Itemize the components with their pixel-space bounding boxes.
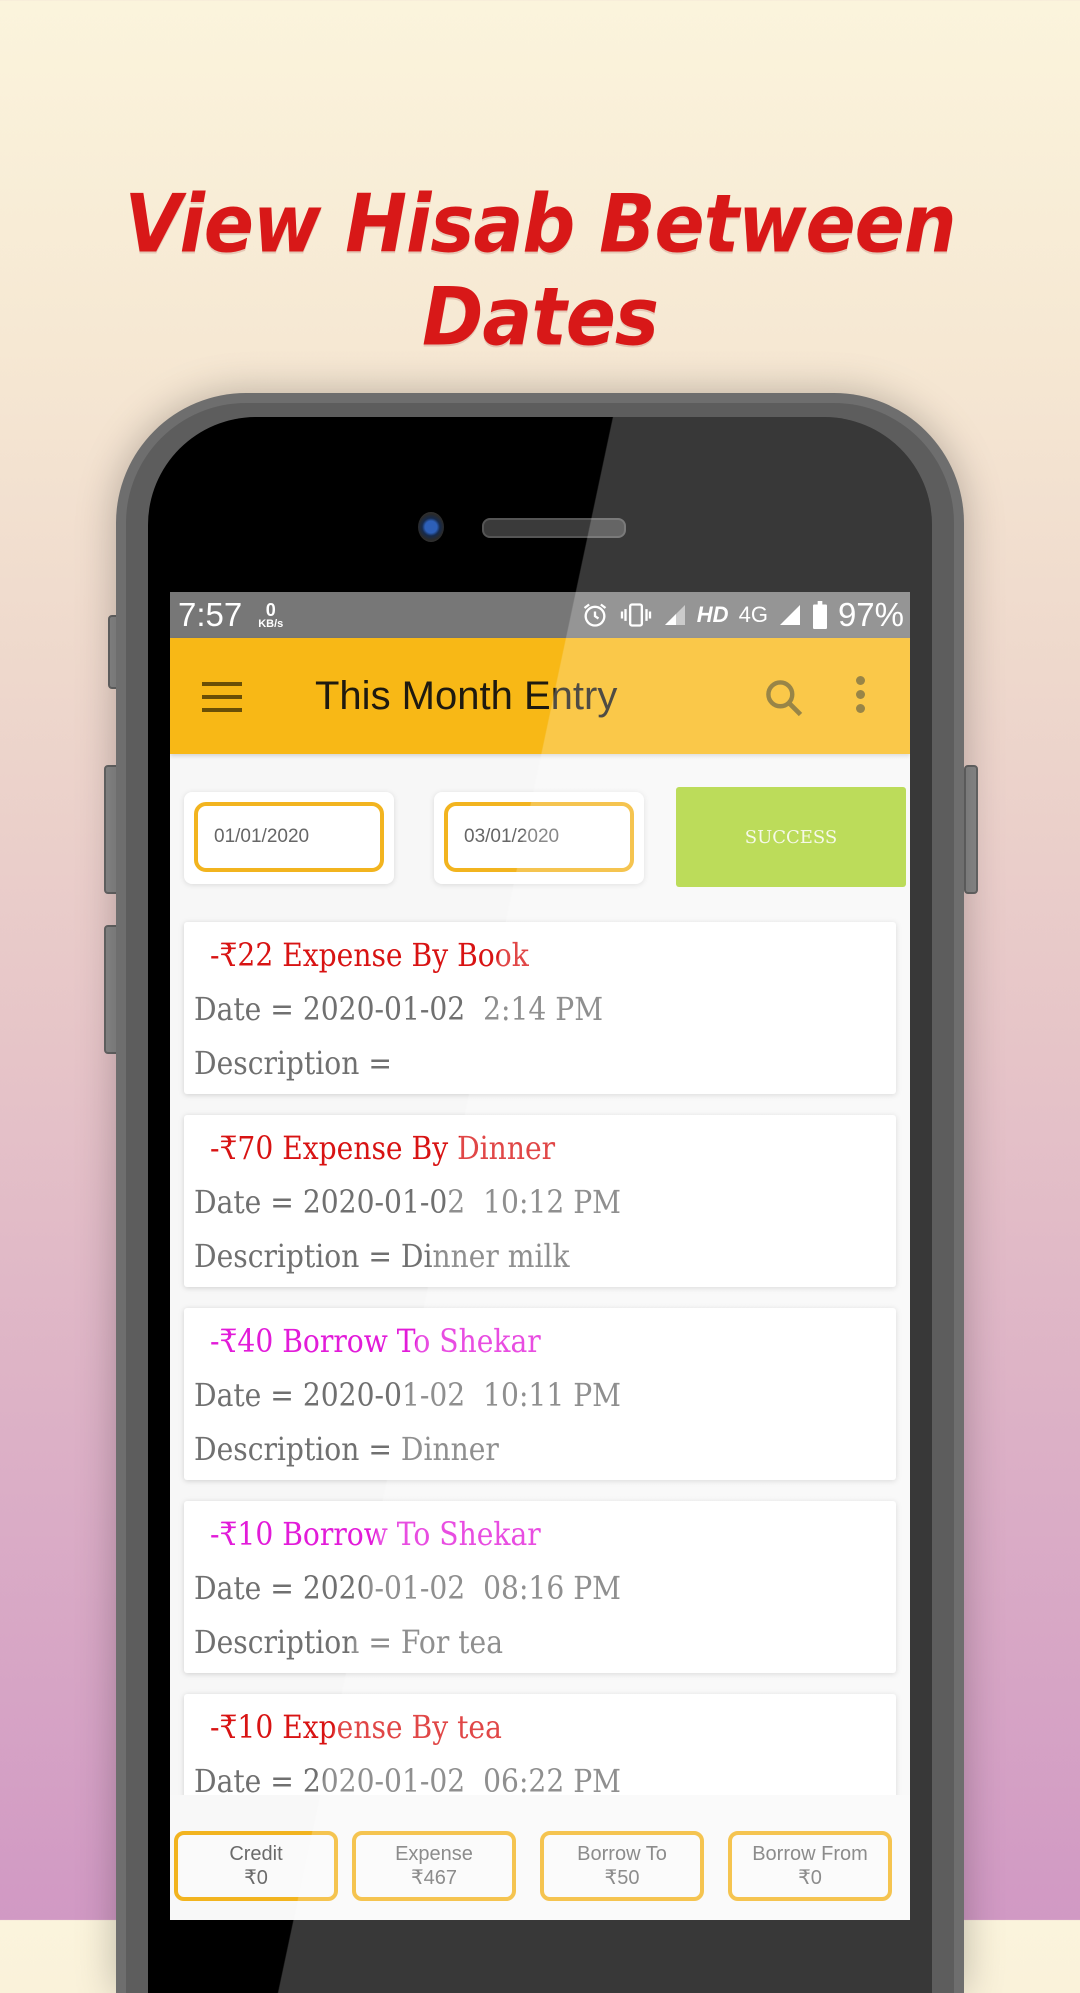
promo-headline: View Hisab Between Dates [124,178,956,364]
list-item[interactable]: -₹40 Borrow To Shekar Date = 2020-01-02 … [184,1308,896,1480]
summary-amount: ₹0 [244,1867,268,1889]
entry-title: -₹10 Borrow To Shekar [210,1515,541,1553]
to-date-card [434,792,644,884]
entries-list: -₹22 Expense By Book Date = 2020-01-02 2… [184,922,896,1887]
from-date-card [184,792,394,884]
list-item[interactable]: -₹22 Expense By Book Date = 2020-01-02 2… [184,922,896,1094]
page-title: This Month Entry [315,674,618,718]
summary-amount: ₹0 [798,1867,822,1889]
signal-icon [779,605,800,625]
borrow-to-summary-button[interactable]: Borrow To ₹50 [540,1831,704,1901]
network-speed: 0 KB/s [258,601,283,630]
app-screen: 7:57 0 KB/s HD 4G 97% This Month Entry 0… [170,592,910,1920]
entry-date: Date = 2020-01-02 2:14 PM [194,990,604,1028]
summary-label: Borrow To [577,1843,667,1865]
credit-summary-button[interactable]: Credit ₹0 [174,1831,338,1901]
battery-icon [812,601,827,629]
app-bar: This Month Entry [170,638,910,754]
battery-percent: 97% [837,596,904,633]
borrow-from-summary-button[interactable]: Borrow From ₹0 [728,1831,892,1901]
date-filter: SUCCESS [170,780,910,887]
entry-description: Description = Dinner [194,1430,499,1468]
to-date-input[interactable] [444,802,634,872]
hd-indicator: HD [696,602,729,627]
alarm-icon [583,603,606,627]
hamburger-icon[interactable] [202,682,242,712]
network-speed-unit: KB/s [258,617,284,630]
entry-title: -₹10 Expense By tea [210,1708,502,1746]
search-icon[interactable] [762,676,806,720]
more-vert-icon[interactable] [850,676,870,720]
entry-description: Description = For tea [194,1623,504,1661]
status-icons: HD 4G 97% [581,596,904,634]
phone-power-button [964,765,978,894]
entry-date: Date = 2020-01-02 10:11 PM [194,1376,621,1414]
list-item[interactable]: -₹10 Borrow To Shekar Date = 2020-01-02 … [184,1501,896,1673]
list-item[interactable]: -₹70 Expense By Dinner Date = 2020-01-02… [184,1115,896,1287]
status-bar: 7:57 0 KB/s HD 4G 97% [170,592,910,638]
vibrate-icon [620,603,651,627]
summary-amount: ₹467 [410,1867,458,1889]
network-type: 4G [738,602,768,627]
earpiece-speaker [482,518,626,538]
entry-title: -₹70 Expense By Dinner [210,1129,556,1167]
entry-title: -₹40 Borrow To Shekar [210,1322,541,1360]
entry-date: Date = 2020-01-02 08:16 PM [194,1569,621,1607]
summary-label: Credit [229,1843,283,1865]
summary-amount: ₹50 [604,1867,640,1889]
success-button[interactable]: SUCCESS [676,787,906,887]
entry-title: -₹22 Expense By Book [210,936,529,974]
summary-bar: Credit ₹0 Expense ₹467 Borrow To ₹50 Bor… [170,1795,910,1920]
status-time: 7:57 [178,596,243,633]
expense-summary-button[interactable]: Expense ₹467 [352,1831,516,1901]
summary-label: Expense [395,1843,473,1865]
summary-label: Borrow From [752,1843,868,1865]
signal-icon [664,605,685,625]
from-date-input[interactable] [194,802,384,872]
entry-description: Description = [194,1044,401,1082]
entry-description: Description = Dinner milk [194,1237,570,1275]
front-camera-icon [418,512,444,542]
entry-date: Date = 2020-01-02 10:12 PM [194,1183,621,1221]
network-speed-value: 0 [265,599,276,620]
